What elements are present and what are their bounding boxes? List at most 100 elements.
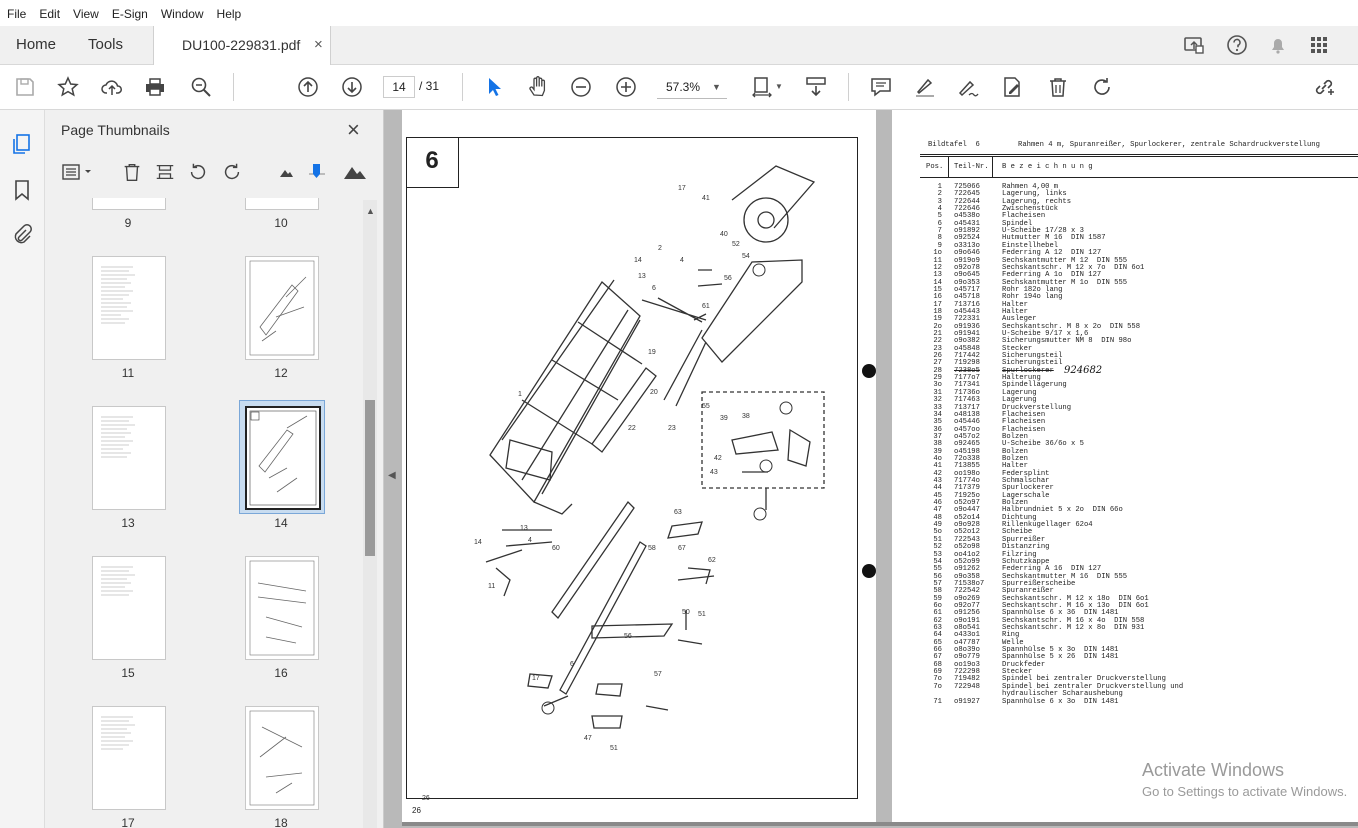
bookmark-star-icon[interactable] xyxy=(56,75,80,99)
svg-text:4: 4 xyxy=(528,537,532,544)
zoom-out-icon[interactable] xyxy=(569,75,593,99)
zoom-in-icon[interactable] xyxy=(614,75,638,99)
scroll-up-arrow-icon[interactable]: ▲ xyxy=(366,206,375,216)
cell-description: Spannhülse 6 x 3o DIN 1481 xyxy=(1002,697,1119,706)
tab-tools[interactable]: Tools xyxy=(88,26,123,64)
collapse-panel-arrow-icon[interactable]: ◀ xyxy=(388,470,396,481)
tab-home[interactable]: Home xyxy=(16,26,56,64)
page-fit-icon[interactable] xyxy=(750,75,774,99)
svg-text:17: 17 xyxy=(532,675,540,682)
zoom-level-select[interactable]: 57.3% ▼ xyxy=(657,76,727,99)
table-rule xyxy=(920,154,1358,155)
menu-view[interactable]: View xyxy=(66,0,105,21)
menu-edit[interactable]: Edit xyxy=(32,0,66,21)
page-thumbnail[interactable] xyxy=(245,256,319,360)
page-number-input[interactable]: 14 xyxy=(383,76,415,98)
page-thumbnail[interactable] xyxy=(92,706,166,810)
tab-document-title: DU100-229831.pdf xyxy=(182,37,301,53)
attachments-paperclip-icon[interactable] xyxy=(11,222,33,246)
page-thumbnail-selected[interactable] xyxy=(239,400,325,514)
tab-bar: Home Tools DU100-229831.pdf × xyxy=(0,26,1358,65)
scroll-mode-icon[interactable] xyxy=(804,75,828,99)
page-up-icon[interactable] xyxy=(296,75,320,99)
save-icon[interactable] xyxy=(13,75,37,99)
draw-sign-icon[interactable] xyxy=(956,75,980,99)
svg-text:51: 51 xyxy=(698,611,706,618)
extract-page-icon[interactable] xyxy=(154,160,176,184)
apps-grid-icon[interactable] xyxy=(1308,34,1330,56)
document-viewport[interactable]: ◀ 6 17 41 2 14 13 6 4 40 52 56 54 61 19 … xyxy=(384,110,1358,828)
menu-esign[interactable]: E-Sign xyxy=(105,0,154,21)
activate-windows-title: Activate Windows xyxy=(1142,760,1285,780)
page-thumbnail[interactable] xyxy=(92,556,166,660)
select-cursor-icon[interactable] xyxy=(482,75,506,99)
thumbnail-options-icon[interactable] xyxy=(61,162,97,182)
upload-cloud-icon[interactable] xyxy=(100,75,124,99)
rotate-counterclockwise-icon[interactable] xyxy=(187,160,209,184)
print-icon[interactable] xyxy=(143,75,167,99)
menu-file[interactable]: File xyxy=(0,0,32,21)
svg-text:40: 40 xyxy=(720,231,728,238)
tab-document[interactable]: DU100-229831.pdf × xyxy=(153,26,331,65)
column-header-description: B e z e i c h n u n g xyxy=(1002,163,1093,171)
notification-bell-icon[interactable] xyxy=(1267,34,1289,56)
thumbnail-size-small-icon[interactable] xyxy=(278,166,294,178)
delete-page-icon[interactable] xyxy=(121,160,143,184)
panel-close-icon[interactable]: × xyxy=(347,117,360,143)
svg-text:52: 52 xyxy=(732,241,740,248)
svg-text:11: 11 xyxy=(488,583,495,590)
page-thumbnail[interactable] xyxy=(92,198,166,210)
page-thumbnails-icon[interactable] xyxy=(10,132,34,156)
thumbnail-size-slider[interactable] xyxy=(307,162,327,182)
svg-text:57: 57 xyxy=(654,671,662,678)
table-rule xyxy=(992,156,993,178)
tab-close-icon[interactable]: × xyxy=(314,26,323,64)
delete-trash-icon[interactable] xyxy=(1046,75,1070,99)
page-thumbnail[interactable] xyxy=(92,256,166,360)
zoom-search-icon[interactable] xyxy=(189,75,213,99)
page-thumbnail[interactable] xyxy=(92,406,166,510)
comment-icon[interactable] xyxy=(869,75,893,99)
exploded-parts-drawing: 17 41 2 14 13 6 4 40 52 56 54 61 19 20 22 23 1 55 39… xyxy=(422,165,825,802)
chevron-down-icon: ▼ xyxy=(712,82,721,92)
toolbar-divider xyxy=(462,73,463,101)
page-thumbnail[interactable] xyxy=(245,706,319,810)
rotate-clockwise-icon[interactable] xyxy=(1090,75,1114,99)
share-link-icon[interactable] xyxy=(1312,75,1336,99)
page-thumbnail-label: 15 xyxy=(121,666,135,680)
page-down-icon[interactable] xyxy=(340,75,364,99)
svg-text:54: 54 xyxy=(742,253,750,260)
share-screen-icon[interactable] xyxy=(1183,34,1205,56)
horizontal-scroll-indicator[interactable] xyxy=(402,822,1358,826)
page-thumbnail[interactable] xyxy=(245,556,319,660)
zoom-level-value: 57.3% xyxy=(666,80,701,94)
page-thumbnails-panel: Page Thumbnails × 9 10 11 12 13 14 15 16… xyxy=(45,110,384,828)
page-thumbnail-label: 10 xyxy=(274,216,288,230)
column-header-pos: Pos. xyxy=(926,163,944,171)
scrollbar-thumb[interactable] xyxy=(365,400,375,556)
page-thumbnail[interactable] xyxy=(245,198,319,210)
rotate-clockwise-icon[interactable] xyxy=(221,160,243,184)
hand-tool-icon[interactable] xyxy=(526,75,550,99)
highlight-pen-icon[interactable] xyxy=(913,75,937,99)
bookmarks-icon[interactable] xyxy=(12,178,32,202)
help-icon[interactable] xyxy=(1226,34,1248,56)
menu-window[interactable]: Window xyxy=(154,0,210,21)
cell-description: Sechskantschr. M 12 x 8o DIN 931 xyxy=(1002,624,1145,632)
chevron-down-icon[interactable]: ▼ xyxy=(775,82,783,91)
thumbnail-size-large-icon[interactable] xyxy=(343,162,367,180)
page-thumbnail-label: 18 xyxy=(274,816,288,828)
svg-text:42: 42 xyxy=(714,455,722,462)
cell-pos: 7o xyxy=(933,682,942,691)
menu-help[interactable]: Help xyxy=(210,0,248,21)
edit-pdf-icon[interactable] xyxy=(1000,75,1024,99)
cell-pos: 71 xyxy=(933,697,942,706)
svg-text:39: 39 xyxy=(720,415,728,422)
thumbnails-scrollbar[interactable]: ▲ xyxy=(363,200,377,828)
svg-text:13: 13 xyxy=(520,525,528,532)
svg-text:47: 47 xyxy=(584,735,592,742)
table-rule xyxy=(920,156,1358,157)
svg-text:51: 51 xyxy=(610,745,618,752)
thumbnails-scroll-area[interactable]: 9 10 11 12 13 14 15 16 17 18 xyxy=(45,198,383,828)
page-thumbnail-label: 12 xyxy=(274,366,288,380)
